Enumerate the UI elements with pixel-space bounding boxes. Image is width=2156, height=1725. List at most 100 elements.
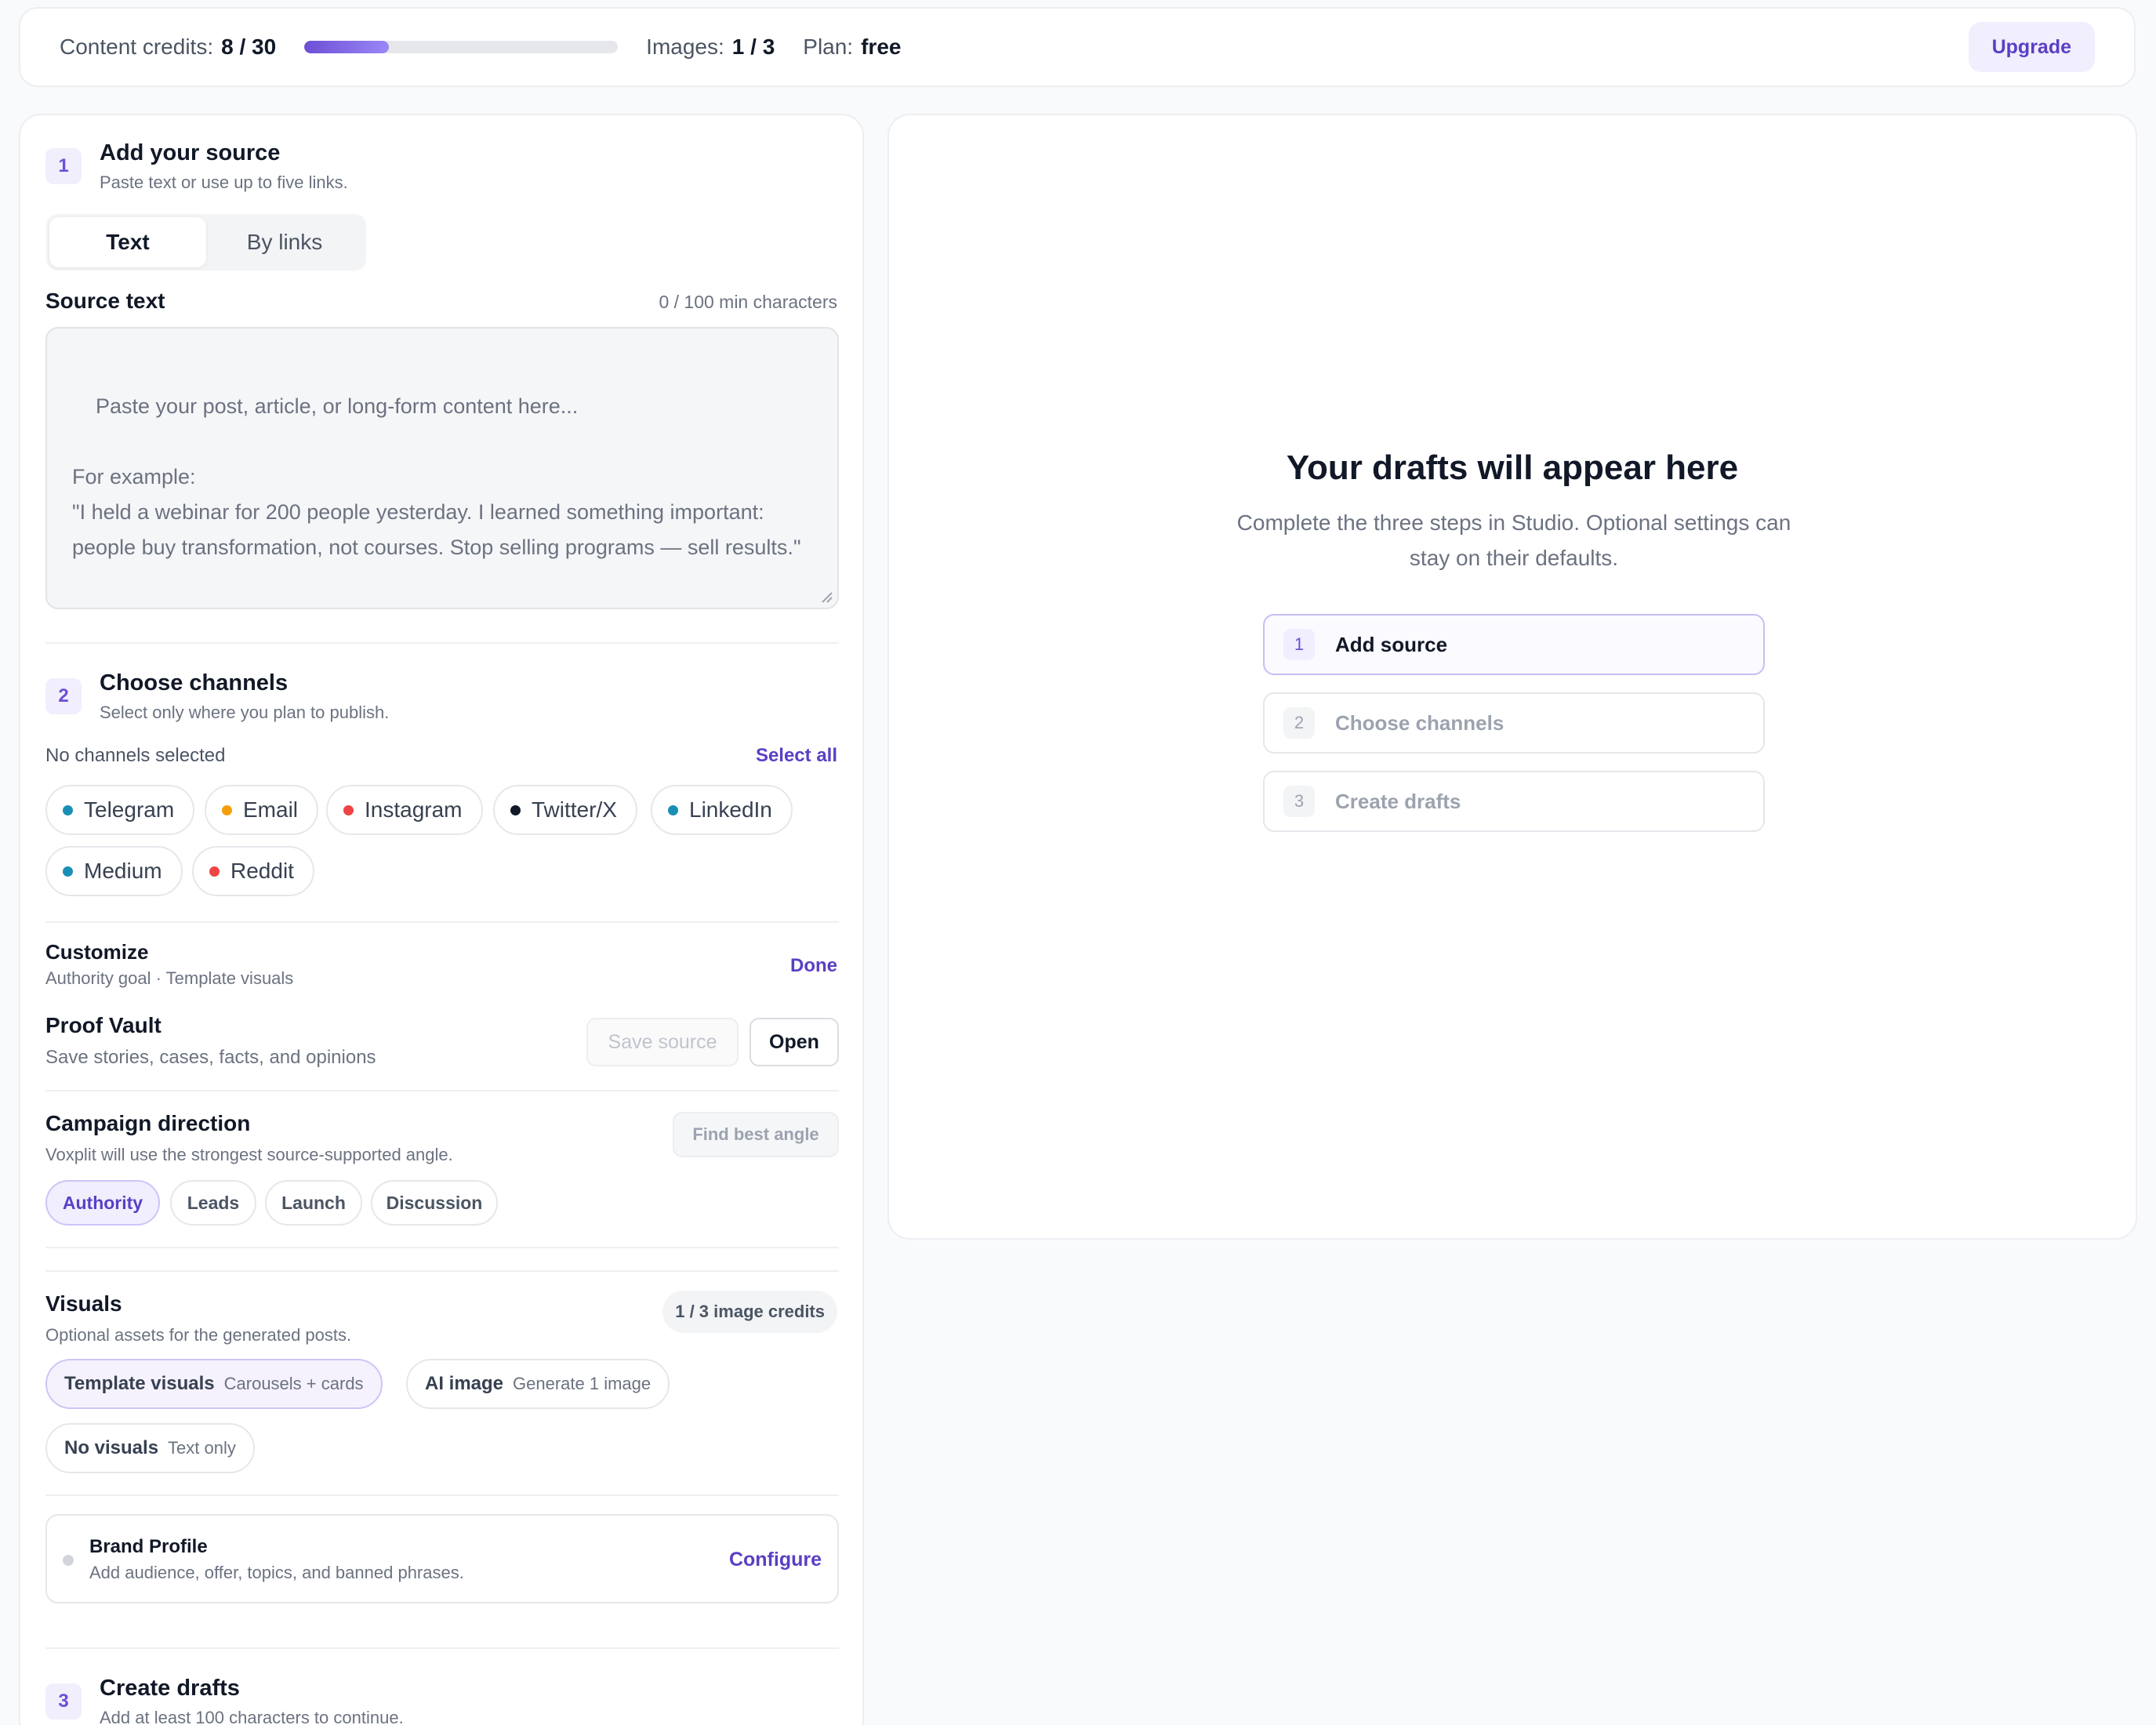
campaign-subtitle: Voxplit will use the strongest source-su… [45,1145,453,1164]
checklist-label: Add source [1335,632,1448,656]
source-mode-toggle: Text By links [46,214,366,271]
goal-authority[interactable]: Authority [45,1180,160,1226]
divider [45,1647,839,1649]
visual-option-sub: Carousels + cards [223,1374,364,1393]
source-text-label: Source text [45,289,165,313]
checklist-number: 1 [1283,629,1315,660]
channel-label: LinkedIn [689,797,772,822]
proof-vault-title: Proof Vault [45,1013,162,1037]
divider [45,921,839,923]
images-value: 1 / 3 [731,34,775,59]
channel-dot [63,866,73,877]
channel-email[interactable]: Email [205,785,319,835]
empty-state-title: Your drafts will appear here [1286,448,1739,487]
step-1-subtitle: Paste text or use up to five links. [100,172,348,192]
checklist-label: Choose channels [1335,710,1504,735]
brand-profile-card: Brand Profile Add audience, offer, topic… [45,1514,839,1603]
plan-label: Plan: [803,34,854,59]
image-credits-badge: 1 / 3 image credits [662,1291,837,1333]
divider [45,1270,839,1272]
checklist-label: Create drafts [1335,789,1461,813]
visuals-subtitle: Optional assets for the generated posts. [45,1325,352,1345]
resize-handle-icon[interactable] [820,590,833,603]
visual-option-label: No visuals [64,1437,159,1458]
upgrade-button[interactable]: Upgrade [1968,22,2095,72]
divider [45,642,839,644]
channel-dot [343,804,354,815]
checklist-number: 2 [1283,707,1315,739]
images-label: Images: [646,34,724,59]
source-text-placeholder: Paste your post, article, or long-form c… [72,394,801,559]
channel-dot [510,804,521,815]
credits-progress-fill [304,41,390,53]
step-3-title: Create drafts [100,1676,240,1701]
tab-by-links[interactable]: By links [206,217,363,267]
step-3-subtitle: Add at least 100 characters to continue. [100,1708,404,1725]
configure-brand-link[interactable]: Configure [729,1549,822,1571]
credits-label: Content credits: [60,34,214,59]
customize-done-link[interactable]: Done [790,955,837,977]
status-dot-icon [63,1555,74,1566]
visuals-ai-image[interactable]: AI image Generate 1 image [406,1359,670,1409]
channel-twitter-x[interactable]: Twitter/X [493,785,637,835]
plan-value: free [861,34,902,59]
channel-telegram[interactable]: Telegram [45,785,195,835]
divider [45,1247,839,1248]
char-count: 0 / 100 min characters [659,292,837,312]
proof-vault-subtitle: Save stories, cases, facts, and opinions [45,1047,376,1068]
save-source-button[interactable]: Save source [586,1018,739,1066]
campaign-title: Campaign direction [45,1111,251,1135]
checklist-choose-channels: 2 Choose channels [1263,692,1765,754]
tab-text[interactable]: Text [49,217,206,267]
open-vault-button[interactable]: Open [750,1018,839,1066]
customize-subtitle: Authority goal · Template visuals [45,968,294,988]
checklist-add-source: 1 Add source [1263,614,1765,675]
goal-launch[interactable]: Launch [265,1180,362,1226]
divider [45,1090,839,1091]
checklist-create-drafts: 3 Create drafts [1263,771,1765,832]
channel-dot [209,866,220,877]
divider [45,1494,839,1496]
channel-label: Telegram [84,797,175,822]
empty-state-subtitle: Complete the three steps in Studio. Opti… [1236,510,1791,570]
brand-profile-subtitle: Add audience, offer, topics, and banned … [89,1563,464,1582]
channels-status: No channels selected [45,745,226,766]
visual-option-sub: Text only [168,1438,236,1458]
goal-leads[interactable]: Leads [170,1180,256,1226]
brand-profile-title: Brand Profile [89,1536,208,1557]
channel-instagram[interactable]: Instagram [326,785,483,835]
step-2-title: Choose channels [100,670,289,695]
source-text-input[interactable]: Paste your post, article, or long-form c… [45,327,839,609]
drafts-panel: Your drafts will appear here Complete th… [887,114,2137,1240]
visuals-template[interactable]: Template visuals Carousels + cards [45,1359,383,1409]
channel-dot [63,804,73,815]
channel-dot [222,804,232,815]
channel-label: Twitter/X [532,797,617,822]
channel-label: Instagram [365,797,463,822]
channel-label: Reddit [230,859,294,883]
visuals-title: Visuals [45,1291,122,1316]
channel-label: Medium [84,859,162,883]
step-2-subtitle: Select only where you plan to publish. [100,703,390,722]
channel-medium[interactable]: Medium [45,846,183,896]
select-all-link[interactable]: Select all [756,745,837,767]
visuals-none[interactable]: No visuals Text only [45,1423,255,1473]
channel-linkedin[interactable]: LinkedIn [651,785,793,835]
usage-bar: Content credits: 8 / 30 Images: 1 / 3 Pl… [19,7,2136,87]
customize-title: Customize [45,940,149,964]
find-best-angle-button[interactable]: Find best angle [673,1112,839,1157]
visual-option-label: Template visuals [64,1373,215,1394]
step-1-title: Add your source [100,140,281,165]
step-3-number: 3 [45,1683,82,1720]
credits-progress-bar [304,41,619,53]
visual-option-sub: Generate 1 image [513,1374,652,1393]
checklist-number: 3 [1283,786,1315,817]
goal-discussion[interactable]: Discussion [371,1180,498,1226]
step-1-number: 1 [45,148,82,184]
step-2-number: 2 [45,678,82,714]
credits-value: 8 / 30 [221,34,277,59]
studio-panel: 1 Add your source Paste text or use up t… [19,114,864,1725]
channel-reddit[interactable]: Reddit [192,846,314,896]
channel-dot [668,804,678,815]
channel-label: Email [243,797,299,822]
